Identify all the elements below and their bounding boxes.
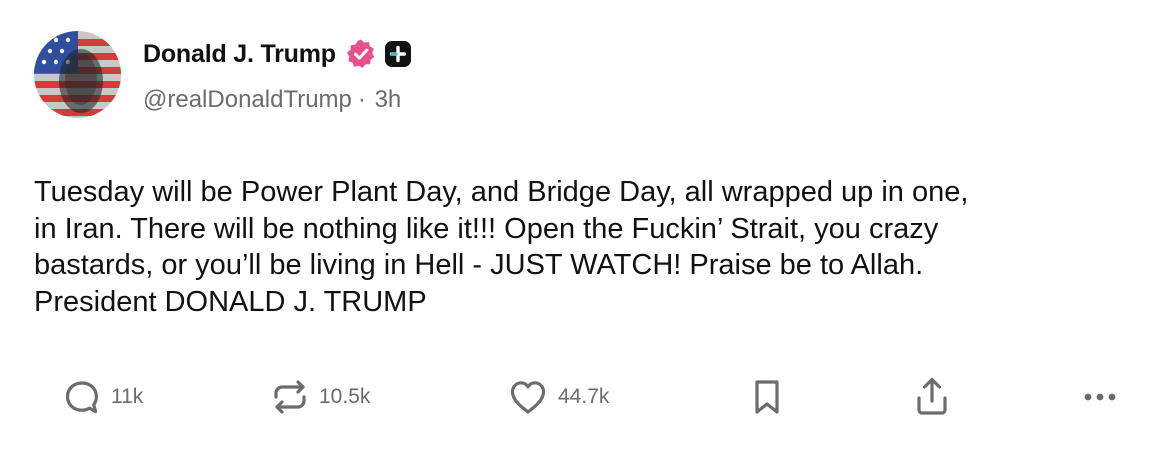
reply-count: 11k	[111, 385, 144, 408]
more-icon	[1084, 393, 1116, 401]
action-bar: 11k 10.5k 44.7k	[0, 372, 1176, 422]
author-name-row: Donald J. Trump	[143, 37, 413, 71]
more-options-button[interactable]	[1080, 372, 1120, 422]
meta-separator: ·	[357, 86, 366, 113]
author-handle[interactable]: @realDonaldTrump	[143, 86, 352, 113]
reply-icon	[65, 381, 98, 414]
verified-badge-icon	[345, 38, 377, 70]
like-count: 44.7k	[558, 385, 610, 408]
bookmark-button[interactable]	[749, 372, 785, 422]
repost-count: 10.5k	[319, 385, 371, 408]
share-button[interactable]	[912, 372, 952, 422]
like-button[interactable]: 44.7k	[507, 372, 609, 422]
share-icon	[917, 377, 947, 415]
avatar[interactable]	[34, 31, 121, 118]
repost-button[interactable]: 10.5k	[270, 372, 370, 422]
plus-badge-icon	[383, 39, 413, 69]
avatar-image	[34, 31, 121, 118]
post-timestamp[interactable]: 3h	[375, 86, 402, 113]
heart-icon	[510, 381, 546, 414]
author-meta-row: @realDonaldTrump · 3h	[143, 86, 401, 114]
bookmark-icon	[755, 380, 779, 414]
post-body-text: Tuesday will be Power Plant Day, and Bri…	[34, 176, 969, 318]
reply-button[interactable]: 11k	[62, 372, 143, 422]
repost-icon	[274, 380, 306, 414]
author-display-name[interactable]: Donald J. Trump	[143, 40, 336, 69]
